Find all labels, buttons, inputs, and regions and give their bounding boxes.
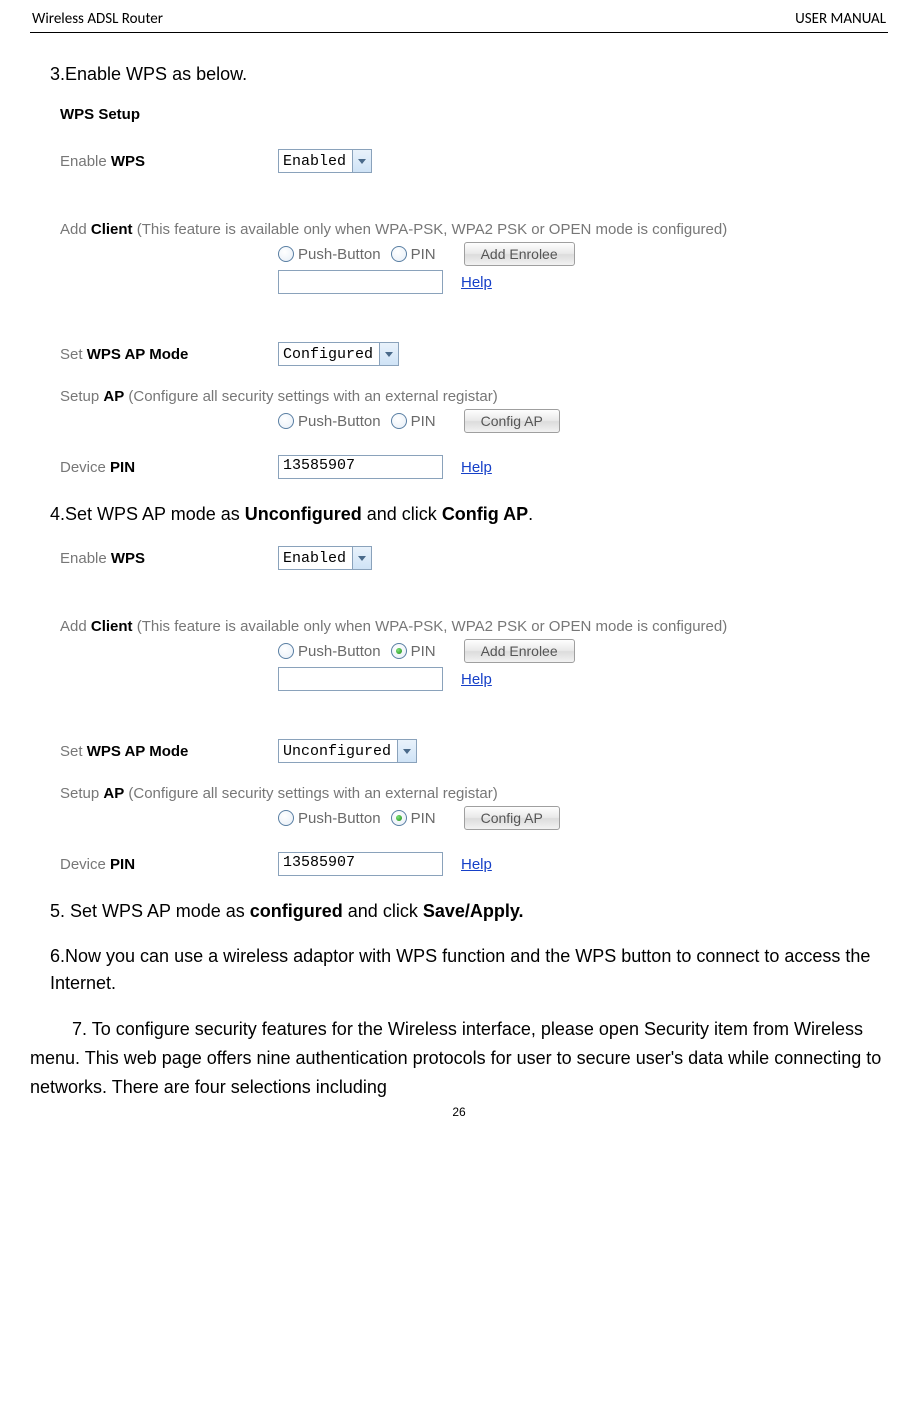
chevron-down-icon [397,740,416,762]
enable-wps-select[interactable]: Enabled [278,149,372,173]
radio-icon [391,643,407,659]
radio-pin[interactable]: PIN [391,413,436,430]
enable-wps-select[interactable]: Enabled [278,546,372,570]
radio-icon [278,643,294,659]
wps-setup-title: WPS Setup [60,106,140,123]
device-pin-field[interactable]: 13585907 [278,852,443,876]
figure-wps-1: WPS Setup Enable WPS Enabled Add Client … [60,106,888,479]
config-ap-button[interactable]: Config AP [464,806,560,830]
enable-wps-label: Enable WPS [60,550,278,567]
radio-pin[interactable]: PIN [391,246,436,263]
radio-pin[interactable]: PIN [391,810,436,827]
enrolee-input[interactable] [278,667,443,691]
wps-ap-mode-select[interactable]: Unconfigured [278,739,417,763]
radio-icon [278,810,294,826]
wps-ap-mode-label: Set WPS AP Mode [60,346,278,363]
step-6-text: 6.Now you can use a wireless adaptor wit… [50,943,888,997]
setup-ap-label: Setup AP (Configure all security setting… [60,785,498,802]
radio-push-button[interactable]: Push-Button [278,246,381,263]
radio-dot-icon [396,648,402,654]
setup-ap-label: Setup AP (Configure all security setting… [60,388,498,405]
step-4-text: 4.Set WPS AP mode as Unconfigured and cl… [50,501,888,528]
device-pin-field[interactable]: 13585907 [278,455,443,479]
radio-dot-icon [396,815,402,821]
step-5-text: 5. Set WPS AP mode as configured and cli… [50,898,888,925]
add-enrolee-button[interactable]: Add Enrolee [464,639,575,663]
step-7-text: 7. To configure security features for th… [30,1015,888,1101]
help-link[interactable]: Help [461,459,492,476]
radio-pin[interactable]: PIN [391,643,436,660]
device-pin-label: Device PIN [60,856,278,873]
radio-push-button[interactable]: Push-Button [278,810,381,827]
device-pin-label: Device PIN [60,459,278,476]
wps-ap-mode-select[interactable]: Configured [278,342,399,366]
chevron-down-icon [352,547,371,569]
radio-icon [278,413,294,429]
config-ap-button[interactable]: Config AP [464,409,560,433]
enable-wps-label: Enable WPS [60,153,278,170]
page-header: Wireless ADSL Router USER MANUAL [30,10,888,33]
radio-icon [278,246,294,262]
wps-ap-mode-label: Set WPS AP Mode [60,743,278,760]
help-link[interactable]: Help [461,274,492,291]
chevron-down-icon [352,150,371,172]
page-number: 26 [30,1105,888,1119]
figure-wps-2: Enable WPS Enabled Add Client (This feat… [60,546,888,876]
chevron-down-icon [379,343,398,365]
step-3-text: 3.Enable WPS as below. [50,61,888,88]
add-enrolee-button[interactable]: Add Enrolee [464,242,575,266]
radio-icon [391,246,407,262]
radio-icon [391,413,407,429]
header-right: USER MANUAL [795,10,886,28]
help-link[interactable]: Help [461,671,492,688]
enrolee-input[interactable] [278,270,443,294]
help-link[interactable]: Help [461,856,492,873]
add-client-label: Add Client (This feature is available on… [60,221,727,238]
radio-push-button[interactable]: Push-Button [278,643,381,660]
header-left: Wireless ADSL Router [32,10,163,28]
add-client-label: Add Client (This feature is available on… [60,618,727,635]
radio-push-button[interactable]: Push-Button [278,413,381,430]
radio-icon [391,810,407,826]
